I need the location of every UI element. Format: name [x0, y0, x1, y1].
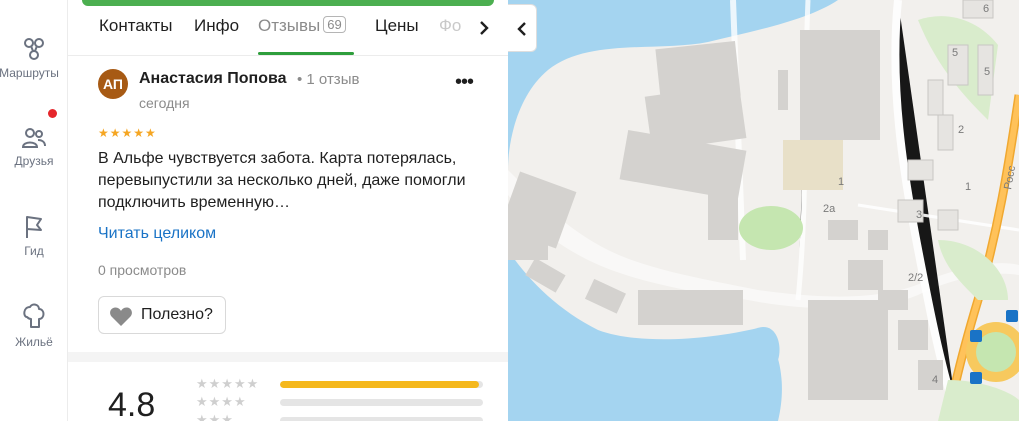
map-tiles: 6 5 5 2 1 3 2a 2/2 4 1 Росс [508, 0, 1019, 421]
review-author-name[interactable]: Анастасия Попова [139, 70, 287, 88]
distribution-stars-5: ★★★★★ [196, 376, 260, 391]
tab-info[interactable]: Инфо [194, 16, 239, 36]
yandex-maps-screen: Маршруты Друзья Гид Жильё Контакты Инфо … [0, 0, 1019, 421]
nav-label-guide: Гид [24, 244, 44, 258]
distribution-stars-4: ★★★★ [196, 394, 247, 409]
notification-dot [48, 109, 57, 118]
active-tab-indicator [258, 52, 354, 55]
map-canvas[interactable]: 6 5 5 2 1 3 2a 2/2 4 1 Росс [508, 0, 1019, 421]
map-label: 1 [838, 176, 844, 188]
map-label: 2a [823, 203, 836, 215]
read-full-review-link[interactable]: Читать целиком [98, 225, 216, 243]
tab-reviews-label: Отзывы [258, 16, 321, 35]
heart-icon [110, 307, 132, 326]
nav-item-friends[interactable]: Друзья [0, 126, 68, 168]
tab-photos-partial[interactable]: Фо [439, 16, 461, 36]
tab-reviews[interactable]: Отзывы 69 [258, 16, 346, 36]
nav-item-routes[interactable]: Маршруты [0, 36, 68, 80]
avatar[interactable]: АП [98, 69, 128, 99]
header-green-strip [82, 0, 494, 6]
collapse-panel-button[interactable] [508, 4, 537, 52]
distribution-bar-4 [280, 399, 483, 406]
friends-icon [21, 128, 46, 148]
side-nav-rail: Маршруты Друзья Гид Жильё [0, 0, 68, 421]
map-label: 2/2 [908, 272, 923, 284]
housing-icon [23, 303, 45, 328]
nav-item-housing[interactable]: Жильё [0, 303, 68, 349]
review-author-count[interactable]: • 1 отзыв [297, 71, 359, 88]
review-views: 0 просмотров [98, 262, 187, 278]
flag-icon [26, 216, 42, 238]
review-date: сегодня [139, 95, 190, 111]
map-label: 5 [952, 47, 958, 59]
useful-label: Полезно? [141, 306, 213, 323]
distribution-bar-fill [280, 381, 479, 388]
map-label: 6 [983, 3, 989, 15]
distribution-stars-3: ★★★ [196, 412, 234, 421]
chevron-left-icon [517, 22, 526, 36]
nav-label-routes: Маршруты [0, 66, 59, 80]
tab-reviews-count: 69 [323, 16, 346, 33]
more-options-button[interactable]: ••• [450, 70, 478, 98]
map-label: 2 [958, 124, 964, 136]
average-rating: 4.8 [108, 386, 156, 421]
tab-contacts[interactable]: Контакты [99, 16, 172, 36]
nav-label-friends: Друзья [14, 154, 54, 168]
distribution-bar-3 [280, 417, 483, 421]
chevron-right-icon [480, 21, 489, 35]
nav-label-housing: Жильё [15, 335, 53, 349]
useful-button[interactable]: Полезно? [98, 296, 226, 334]
tabs-next-button[interactable] [472, 16, 496, 40]
map-label: 4 [932, 374, 938, 386]
organization-card-panel: Контакты Инфо Отзывы 69 Цены Фо АП Анаста… [68, 0, 508, 421]
card-tabs: Контакты Инфо Отзывы 69 Цены Фо [68, 8, 508, 56]
map-label: 5 [984, 66, 990, 78]
section-divider [68, 352, 508, 362]
map-label: 3 [916, 209, 922, 221]
distribution-bar-5 [280, 381, 483, 388]
review-text: В Альфе чувствуется забота. Карта потеря… [98, 150, 466, 211]
nav-item-guide[interactable]: Гид [0, 214, 68, 258]
review-stars: ★★★★★ [98, 126, 157, 140]
tab-prices[interactable]: Цены [375, 16, 419, 36]
map-label: 1 [965, 181, 971, 193]
route-icon [24, 38, 44, 60]
